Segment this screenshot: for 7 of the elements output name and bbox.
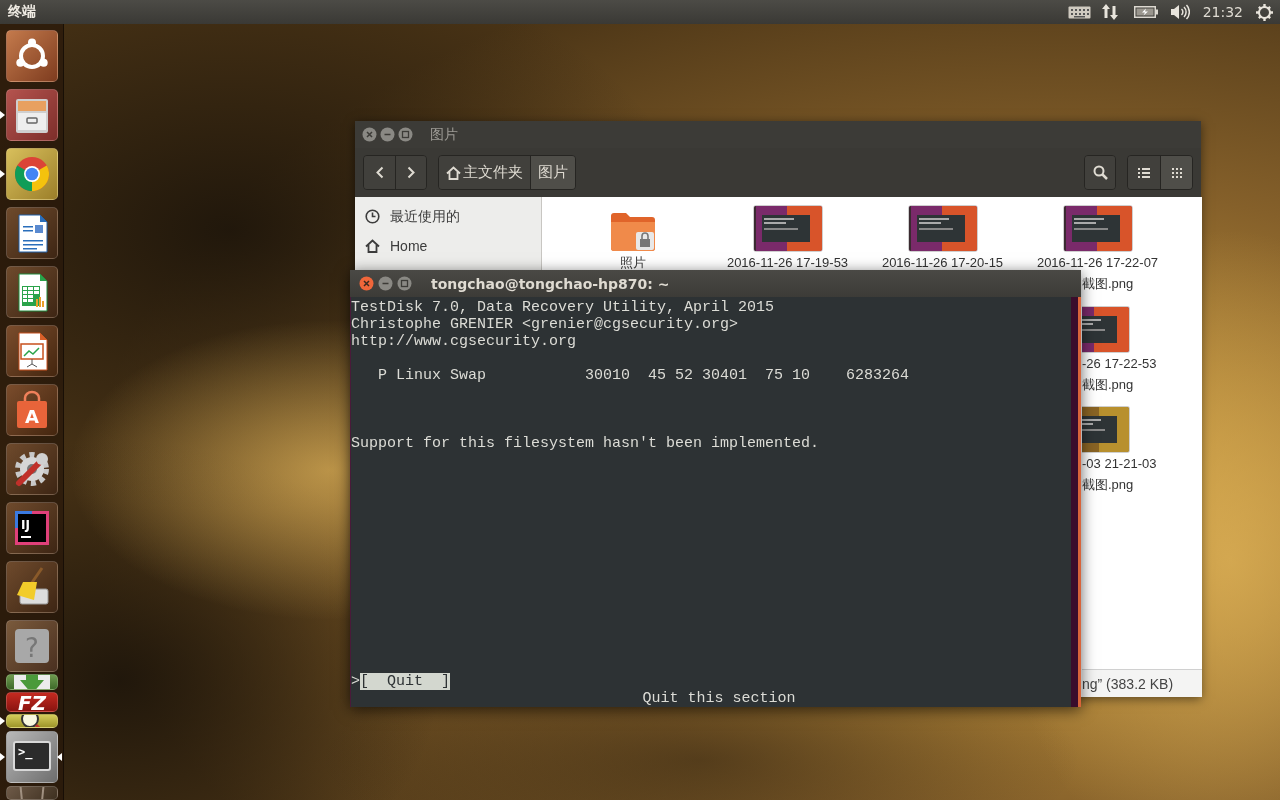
app-title: 终端 — [8, 3, 36, 21]
up-down-arrows-icon[interactable] — [1100, 3, 1119, 21]
clock[interactable]: 21:32 — [1202, 4, 1243, 20]
volume-icon[interactable] — [1169, 4, 1190, 20]
keyboard-icon[interactable] — [1067, 5, 1091, 19]
battery-icon[interactable] — [1133, 6, 1158, 18]
settings-icon[interactable] — [1256, 3, 1273, 21]
